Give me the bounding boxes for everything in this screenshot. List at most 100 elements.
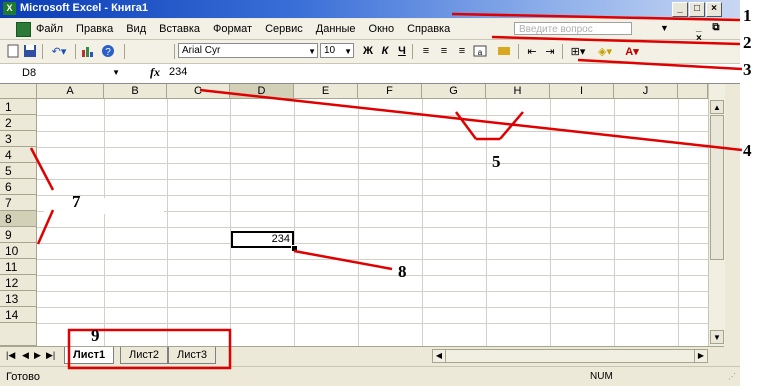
row-header[interactable]: 6 [0, 179, 37, 195]
font-name-select[interactable]: Arial Cyr ▼ [178, 43, 318, 58]
gridline [104, 99, 105, 347]
underline-button[interactable]: Ч [395, 43, 409, 59]
document-icon[interactable] [16, 22, 31, 37]
scroll-left-icon[interactable]: ◀ [433, 350, 446, 362]
sheet-tab-3[interactable]: Лист3 [168, 347, 217, 364]
toolbar-separator [518, 44, 519, 59]
menu-edit[interactable]: Правка [76, 23, 113, 35]
column-header[interactable]: A [37, 84, 104, 99]
sheet-tab-2[interactable]: Лист2 [120, 347, 169, 364]
toolbar-separator [75, 44, 76, 59]
num-lock-indicator: NUM [590, 371, 613, 382]
sheet-tab-1[interactable]: Лист1 [64, 347, 115, 364]
row-header[interactable]: 10 [0, 243, 37, 259]
increase-indent-icon[interactable]: ⇥ [542, 43, 558, 59]
row-header[interactable]: 14 [0, 307, 37, 323]
column-header[interactable]: I [550, 84, 614, 99]
row-header[interactable]: 12 [0, 275, 37, 291]
fill-color-icon[interactable]: ◈▾ [593, 43, 617, 59]
align-left-icon[interactable]: ≡ [418, 43, 434, 59]
undo-icon[interactable]: ↶▾ [47, 43, 71, 59]
bold-button[interactable]: Ж [361, 43, 375, 59]
menu-file[interactable]: Файл [36, 23, 63, 35]
row-header[interactable]: 4 [0, 147, 37, 163]
toolbar-separator [124, 44, 125, 59]
gridline [37, 131, 708, 132]
svg-text:a: a [478, 48, 483, 57]
font-size-select[interactable]: 10 ▼ [320, 43, 354, 58]
annotation-label-4: 4 [743, 141, 752, 160]
formula-input[interactable]: 234 [169, 66, 187, 78]
horizontal-scrollbar[interactable]: ◀ ▶ [432, 349, 708, 363]
decrease-indent-icon[interactable]: ⇤ [524, 43, 540, 59]
menu-window[interactable]: Окно [369, 23, 395, 35]
first-sheet-icon[interactable]: |◀ [6, 350, 15, 361]
maximize-button[interactable]: □ [689, 2, 705, 17]
prev-sheet-icon[interactable]: ◀ [22, 350, 29, 361]
gridline [37, 227, 708, 228]
column-header[interactable]: C [167, 84, 230, 99]
excel-app-icon[interactable]: X [3, 2, 16, 15]
font-name-value: Arial Cyr [182, 45, 221, 56]
menu-view[interactable]: Вид [126, 23, 146, 35]
row-header[interactable]: 8 [0, 211, 37, 227]
new-document-icon[interactable] [6, 43, 20, 59]
scroll-right-icon[interactable]: ▶ [694, 350, 707, 362]
row-header[interactable] [0, 323, 37, 346]
gridline [37, 115, 708, 116]
align-center-icon[interactable]: ≡ [436, 43, 452, 59]
column-header[interactable]: E [294, 84, 358, 99]
font-color-icon[interactable]: A▾ [620, 43, 644, 59]
scroll-down-icon[interactable]: ▼ [710, 330, 724, 344]
chart-wizard-icon[interactable] [80, 43, 96, 59]
column-header[interactable]: B [104, 84, 167, 99]
menu-format[interactable]: Формат [213, 23, 252, 35]
save-icon[interactable] [22, 43, 38, 59]
align-right-icon[interactable]: ≡ [454, 43, 470, 59]
minimize-button[interactable]: _ [672, 2, 688, 17]
fill-handle[interactable] [291, 245, 298, 252]
row-header[interactable]: 5 [0, 163, 37, 179]
gridline [486, 99, 487, 347]
help-icon[interactable]: ? [100, 43, 116, 59]
next-sheet-icon[interactable]: ▶ [34, 350, 41, 361]
menu-data[interactable]: Данные [316, 23, 356, 35]
toolbar-separator [174, 44, 175, 59]
borders-icon[interactable]: ⊞▾ [566, 43, 590, 59]
menu-tools[interactable]: Сервис [265, 23, 303, 35]
worksheet-grid[interactable]: A B C D E F G H I J 1 2 3 4 5 6 7 8 9 10… [0, 84, 708, 347]
column-header[interactable]: D [230, 84, 294, 99]
insert-function-icon[interactable]: fx [150, 65, 160, 80]
merge-center-icon[interactable]: a [472, 43, 488, 59]
row-header[interactable]: 13 [0, 291, 37, 307]
name-box[interactable]: D8 ▼ [0, 65, 128, 81]
menu-insert[interactable]: Вставка [159, 23, 200, 35]
help-dropdown-icon[interactable]: ▼ [660, 23, 669, 33]
help-question-input[interactable]: Введите вопрос [514, 22, 632, 35]
row-header[interactable]: 2 [0, 115, 37, 131]
row-header[interactable]: 11 [0, 259, 37, 275]
column-header[interactable]: F [358, 84, 422, 99]
close-button[interactable]: × [706, 2, 722, 17]
scroll-up-icon[interactable]: ▲ [710, 100, 724, 114]
scroll-thumb[interactable] [710, 115, 724, 260]
row-header[interactable]: 7 [0, 195, 37, 211]
annotation-label-5: 5 [492, 152, 501, 171]
currency-format-icon[interactable] [496, 43, 512, 59]
column-header[interactable]: G [422, 84, 486, 99]
vertical-scrollbar[interactable]: ▲ ▼ [708, 84, 725, 346]
resize-grip-icon[interactable]: ⋰ [728, 372, 736, 381]
gridline [678, 99, 679, 347]
select-all-corner[interactable] [0, 84, 37, 99]
row-header[interactable]: 1 [0, 99, 37, 115]
row-header[interactable]: 3 [0, 131, 37, 147]
column-header[interactable]: J [614, 84, 678, 99]
active-cell-d8[interactable]: 234 [231, 231, 294, 248]
row-header[interactable]: 9 [0, 227, 37, 243]
column-header[interactable] [678, 84, 708, 99]
menu-help[interactable]: Справка [407, 23, 450, 35]
last-sheet-icon[interactable]: ▶| [46, 350, 55, 361]
status-bar: Готово NUM ⋰ [0, 366, 740, 386]
column-header[interactable]: H [486, 84, 550, 99]
italic-button[interactable]: К [378, 43, 392, 59]
